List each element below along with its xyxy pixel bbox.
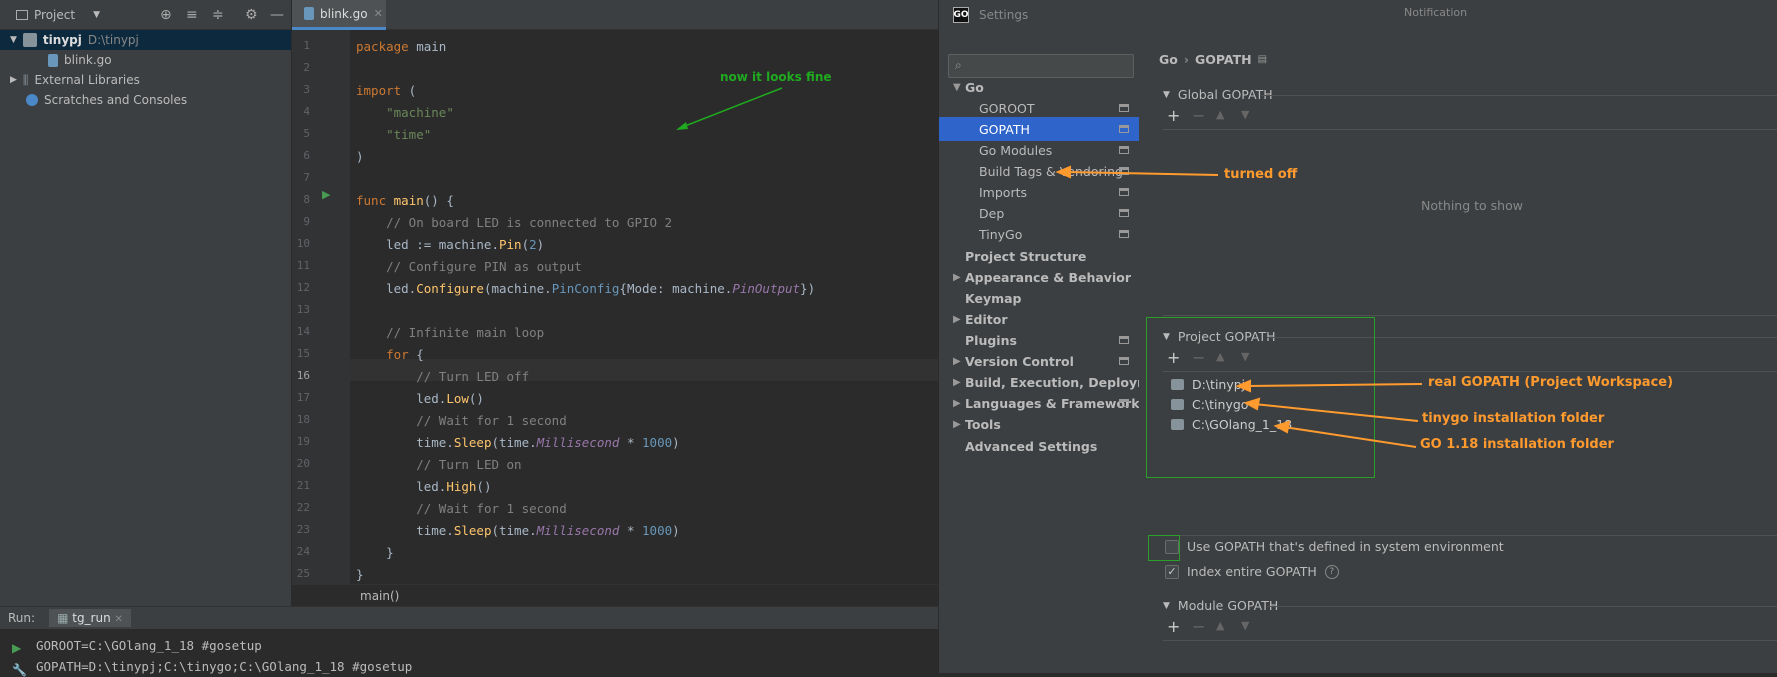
annotation-tinygo: tinygo installation folder	[1422, 411, 1605, 426]
annotation-real-gopath: real GOPATH (Project Workspace)	[1428, 375, 1674, 390]
annotation-go118: GO 1.18 installation folder	[1420, 437, 1614, 452]
annotation-arrows	[1055, 165, 1423, 448]
annotation-turned-off: turned off	[1224, 167, 1298, 182]
